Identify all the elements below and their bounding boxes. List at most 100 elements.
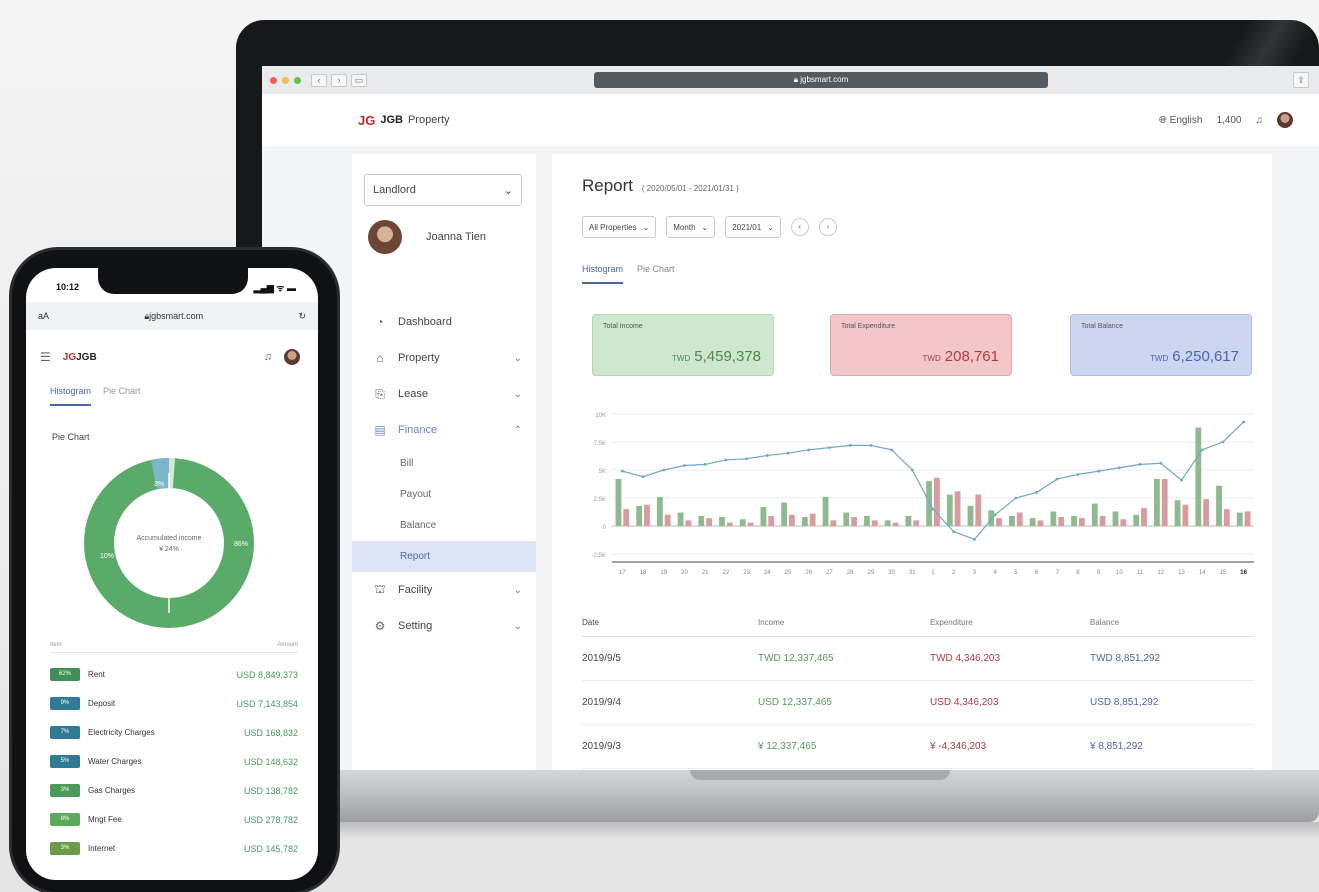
bell-icon[interactable]: ♫ xyxy=(264,351,272,363)
y-tick-label: 2.5K xyxy=(594,497,606,503)
avatar[interactable] xyxy=(1277,112,1293,128)
user-profile[interactable]: Joanna Tien xyxy=(368,220,486,254)
minimize-window-button[interactable] xyxy=(282,76,289,84)
hamburger-menu-icon[interactable]: ☰ xyxy=(40,350,51,364)
x-tick-label: 12 xyxy=(1157,570,1164,576)
x-tick-label: 17 xyxy=(619,570,626,576)
bell-icon[interactable]: ♫ xyxy=(1256,115,1264,126)
sidebar-menu: ◔ Dashboard ⌂ Property ⌄ ⎘ Lease ⌄ ▤ Fin… xyxy=(352,304,536,644)
y-tick-label: 10K xyxy=(595,413,606,419)
back-button[interactable]: ‹ xyxy=(311,73,327,87)
role-select[interactable]: Landlord ⌄ xyxy=(364,174,522,206)
balance-point xyxy=(1138,463,1142,466)
chevron-down-icon: ⌄ xyxy=(503,184,513,197)
expenditure-bar xyxy=(706,518,712,526)
brand-logo[interactable]: JG JGB Property xyxy=(358,113,450,128)
sidebar-item-property[interactable]: ⌂ Property ⌄ xyxy=(352,340,536,376)
x-tick-label: 21 xyxy=(702,570,709,576)
income-bar xyxy=(926,481,932,526)
list-item[interactable]: 3% Gas Charges USD 138,782 xyxy=(50,776,298,805)
list-item[interactable]: 5% Water Charges USD 148,632 xyxy=(50,747,298,776)
list-item[interactable]: 9% Deposit USD 7,143,854 xyxy=(50,689,298,718)
next-period-button[interactable]: › xyxy=(818,218,837,236)
balance-point xyxy=(828,446,831,449)
balance-point xyxy=(765,454,769,457)
percent-badge: 9% xyxy=(50,697,80,710)
sidebar-subitem-payout[interactable]: Payout xyxy=(352,479,536,510)
expenditure-bar xyxy=(747,522,754,526)
table-row[interactable]: 2019/9/4 USD 12,337,465 USD 4,346,203 US… xyxy=(582,681,1254,725)
text-size-button[interactable]: aA xyxy=(38,311,49,321)
y-tick-label: 7.5K xyxy=(594,441,606,447)
histogram-chart: 10K7.5K5K2.5K0-2.5K17 18 19 20 21 22 23 24 25 26 2… xyxy=(592,413,1254,576)
expenditure-bar xyxy=(1141,508,1147,526)
tab-histogram[interactable]: Histogram xyxy=(582,264,624,284)
table-row[interactable]: 2019/9/3 ¥ 12,337,465 ¥ -4,346,203 ¥ 8,8… xyxy=(582,725,1254,769)
phone-brand-logo[interactable]: JGJGB xyxy=(63,352,97,363)
phone-address-bar[interactable]: aA 🔒︎jgbsmart.com ↻ xyxy=(26,302,318,330)
sidebar-item-setting[interactable]: ⚙ Setting ⌄ xyxy=(352,608,536,644)
sidebar-subitem-report[interactable]: Report xyxy=(352,541,536,572)
table-header: Date Income Expenditure Balance xyxy=(582,609,1254,637)
list-item[interactable]: 62% Rent USD 8,849,373 xyxy=(50,660,298,689)
income-bar xyxy=(822,496,829,526)
sidebar-toggle-icon[interactable]: ▭ xyxy=(351,73,367,87)
sidebar-item-finance[interactable]: ▤ Finance ⌃ xyxy=(352,412,536,448)
income-bar xyxy=(801,517,808,526)
reload-icon[interactable]: ↻ xyxy=(298,311,306,322)
total-expenditure-value: TWD 208,761 xyxy=(922,348,999,365)
avatar[interactable] xyxy=(284,349,300,365)
expenditure-bar xyxy=(809,513,816,526)
close-window-button[interactable] xyxy=(270,76,277,84)
total-balance-value: TWD 6,250,617 xyxy=(1150,348,1239,365)
income-bar xyxy=(719,517,725,526)
maximize-window-button[interactable] xyxy=(294,76,301,84)
property-filter[interactable]: All Properties ⌄ xyxy=(582,216,657,238)
donut-slice-deposit xyxy=(150,458,170,490)
share-icon[interactable]: ⇪ xyxy=(1293,72,1309,88)
expenditure-bar xyxy=(1223,509,1230,526)
address-text: jgbsmart.com xyxy=(800,75,849,84)
language-selector[interactable]: 🌐︎ English xyxy=(1159,115,1203,126)
x-tick-label: 30 xyxy=(888,570,895,576)
month-filter[interactable]: 2021/01 ⌄ xyxy=(725,216,781,238)
sidebar-item-facility[interactable]: ⛫ Facility ⌄ xyxy=(352,572,536,608)
tab-pie-chart[interactable]: Pie Chart xyxy=(103,386,141,406)
list-item[interactable]: 7% Electricity Charges USD 168,832 xyxy=(50,718,298,747)
chevron-down-icon: ⌄ xyxy=(642,222,650,232)
donut-center-value: ¥ 24% xyxy=(159,546,179,553)
legend-header: Item Amount xyxy=(50,642,298,653)
address-bar[interactable]: 🔒︎ jgbsmart.com xyxy=(594,72,1048,88)
sidebar-subitem-balance[interactable]: Balance xyxy=(352,510,536,541)
expenditure-bar xyxy=(1161,478,1168,526)
balance-point xyxy=(1159,461,1163,465)
forward-button[interactable]: › xyxy=(331,73,347,87)
balance-point xyxy=(683,464,686,467)
income-bar xyxy=(656,496,663,526)
tab-pie-chart[interactable]: Pie Chart xyxy=(637,264,675,284)
table-row[interactable]: 2019/9/5 TWD 12,337,465 TWD 4,346,203 TW… xyxy=(582,637,1254,681)
income-bar xyxy=(905,515,912,526)
x-tick-label: 11 xyxy=(1137,570,1144,576)
list-item[interactable]: 3% Internet USD 145,782 xyxy=(50,834,298,863)
income-bar xyxy=(1029,518,1036,526)
balance-point xyxy=(869,443,873,447)
period-filter[interactable]: Month ⌄ xyxy=(666,216,716,238)
prev-period-button[interactable]: ‹ xyxy=(790,218,809,236)
expenditure-bar xyxy=(954,491,961,526)
balance-point xyxy=(807,448,811,452)
expenditure-bar xyxy=(726,522,733,526)
pie-legend: 62% Rent USD 8,849,373 9% Deposit USD 7,… xyxy=(50,660,298,863)
y-tick-label: 0 xyxy=(603,525,607,531)
logo-mark: JG xyxy=(62,351,77,363)
income-bar xyxy=(760,506,767,526)
x-tick-label: 23 xyxy=(743,570,750,576)
x-tick-label: 4 xyxy=(993,570,997,576)
sidebar-item-dashboard[interactable]: ◔ Dashboard xyxy=(352,304,536,340)
total-expenditure-card: Total Expenditure TWD 208,761 xyxy=(830,314,1012,376)
sidebar-subitem-bill[interactable]: Bill xyxy=(352,448,536,479)
list-item[interactable]: 8% Mngt Fee USD 278,782 xyxy=(50,805,298,834)
sidebar-item-lease[interactable]: ⎘ Lease ⌄ xyxy=(352,376,536,412)
tab-histogram[interactable]: Histogram xyxy=(50,386,92,406)
filter-bar: All Properties ⌄ Month ⌄ 2021/01 ⌄ ‹ › xyxy=(582,216,837,238)
